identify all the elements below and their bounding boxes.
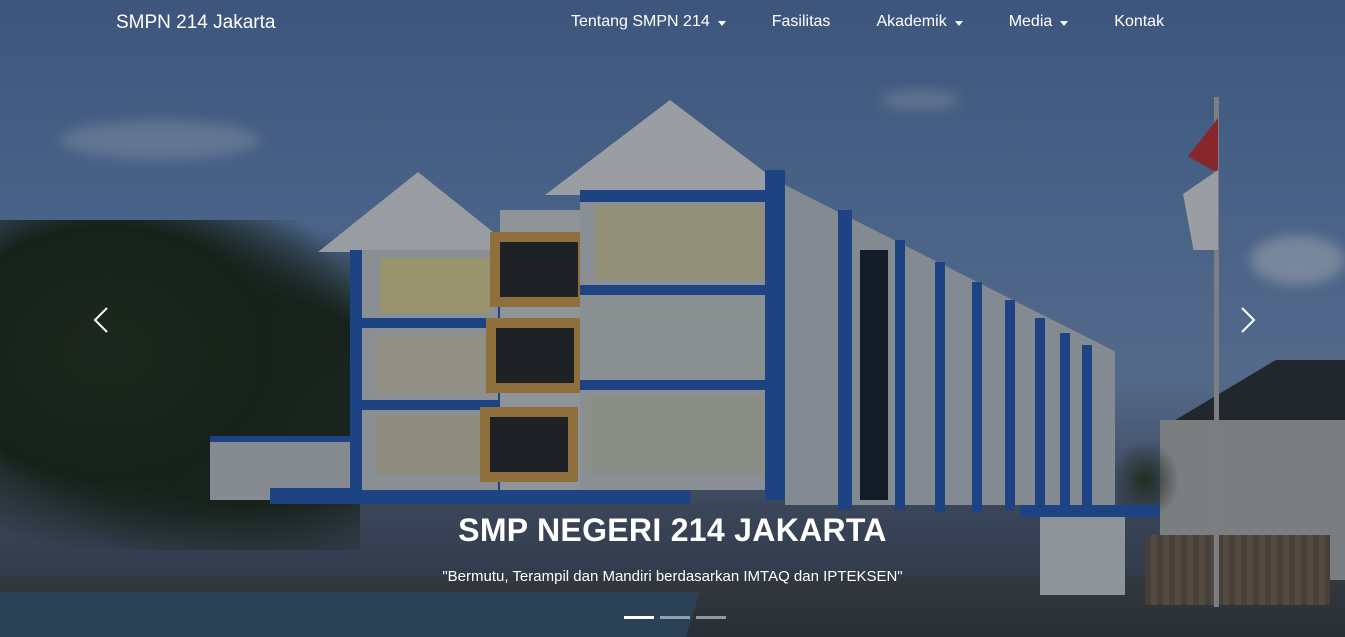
nav-item-tentang[interactable]: Tentang SMPN 214 (571, 13, 726, 31)
nav-item-akademik[interactable]: Akademik (876, 13, 963, 31)
carousel-indicator[interactable] (660, 616, 690, 619)
chevron-left-icon (93, 307, 108, 333)
hero-carousel: SMPN 214 Jakarta Tentang SMPN 214 Fasili… (0, 0, 1345, 637)
nav-item-label: Fasilitas (771, 13, 831, 30)
chevron-down-icon (954, 20, 963, 26)
carousel-prev-button[interactable] (93, 306, 109, 334)
nav-item-label: Kontak (1114, 13, 1165, 30)
nav-item-label: Akademik (876, 13, 947, 30)
chevron-down-icon (717, 20, 726, 26)
nav-item-label: Tentang SMPN 214 (571, 13, 710, 30)
carousel-caption-title: SMP NEGERI 214 JAKARTA (458, 512, 887, 548)
nav-item-media[interactable]: Media (1009, 13, 1069, 31)
brand-link[interactable]: SMPN 214 Jakarta (116, 12, 275, 34)
carousel-caption-subtitle: "Bermutu, Terampil dan Mandiri berdasark… (442, 568, 903, 585)
carousel-indicators (624, 616, 726, 619)
nav-item-label: Media (1008, 13, 1053, 30)
carousel-indicator[interactable] (696, 616, 726, 619)
main-nav: Tentang SMPN 214 Fasilitas Akademik Medi… (571, 13, 1164, 31)
carousel-next-button[interactable] (1240, 306, 1256, 334)
nav-item-kontak[interactable]: Kontak (1114, 13, 1164, 31)
chevron-right-icon (1241, 307, 1256, 333)
chevron-down-icon (1060, 20, 1069, 26)
top-navbar: SMPN 214 Jakarta Tentang SMPN 214 Fasili… (0, 0, 1345, 48)
carousel-indicator[interactable] (624, 616, 654, 619)
nav-item-fasilitas[interactable]: Fasilitas (772, 13, 831, 31)
